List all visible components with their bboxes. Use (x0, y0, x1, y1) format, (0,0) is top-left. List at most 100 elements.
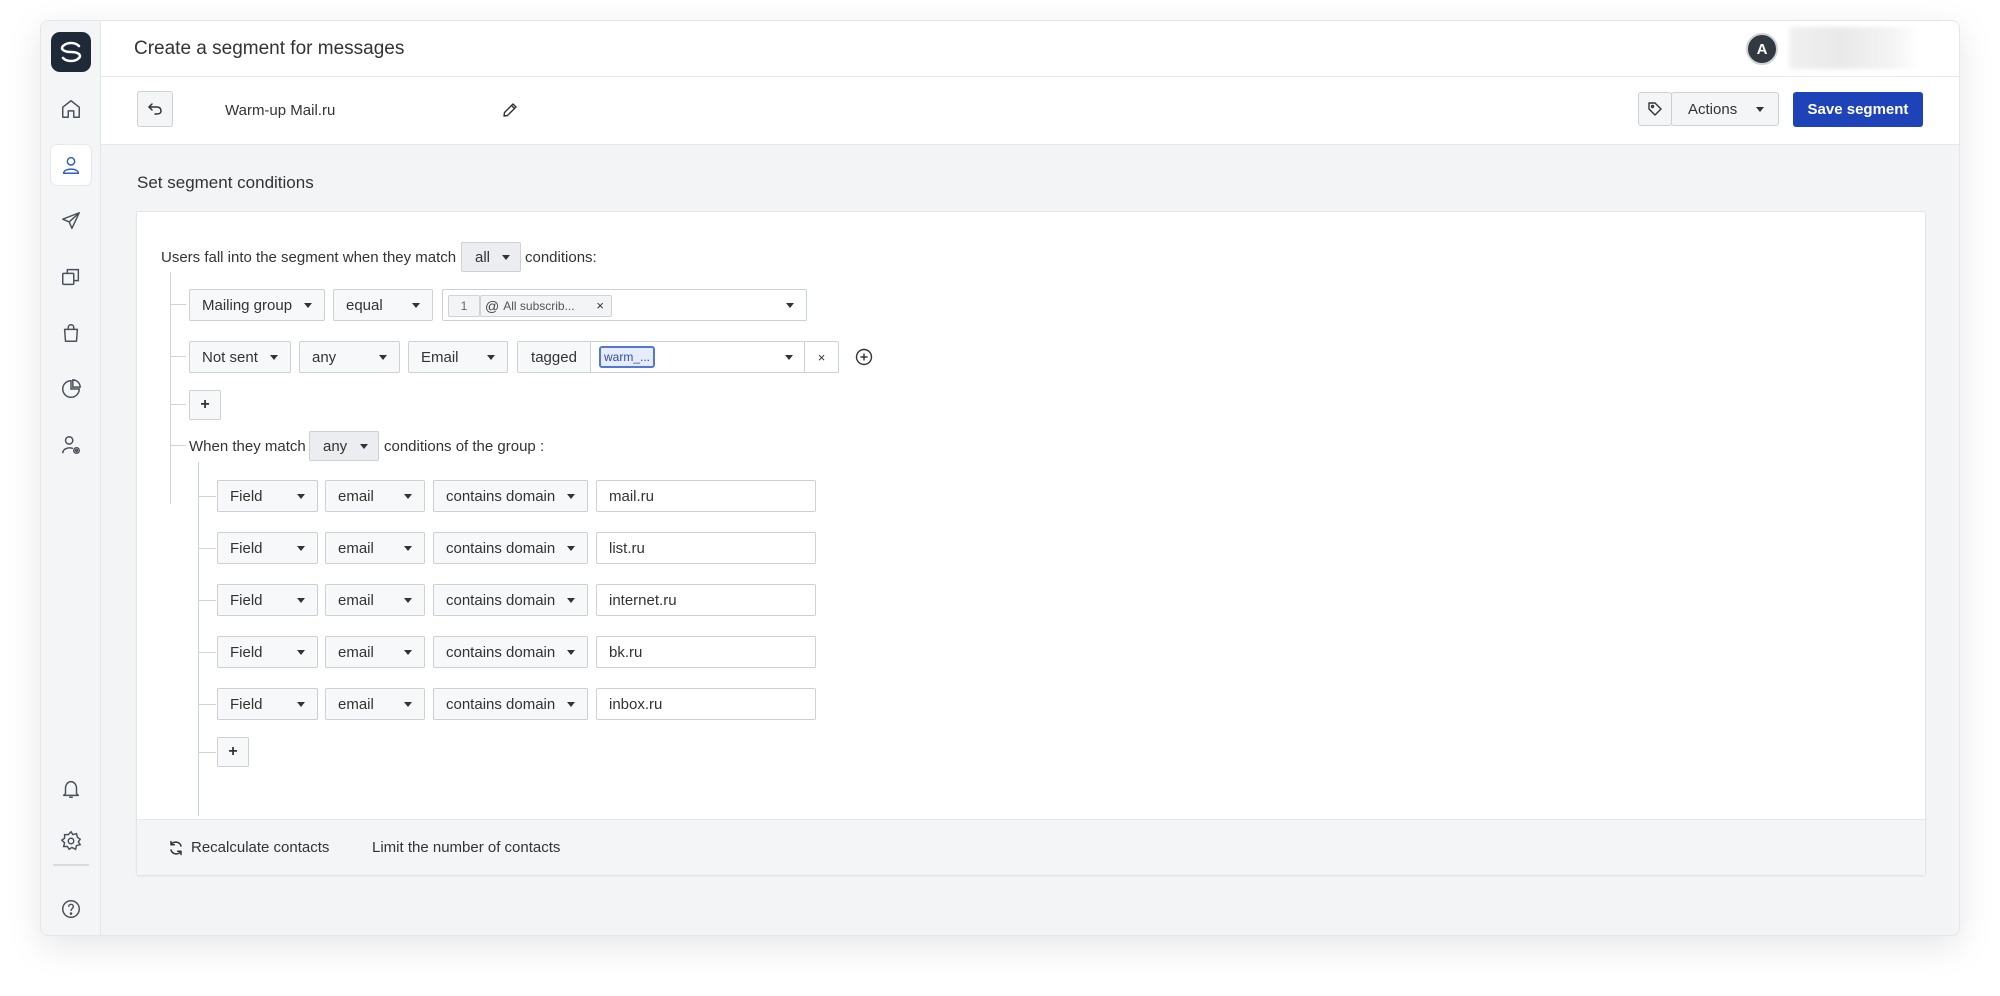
avatar[interactable]: A (1746, 33, 1778, 65)
condition-type-value: Not sent (202, 348, 258, 366)
sidebar-item-user-settings[interactable] (51, 425, 91, 465)
group-field-type-select[interactable]: Field (217, 584, 318, 616)
group-operator-value: contains domain (446, 591, 556, 609)
match-all-value: all (475, 248, 491, 266)
actions-dropdown[interactable]: Actions (1671, 92, 1779, 126)
clear-tags-button[interactable]: × (804, 342, 838, 372)
sidebar-item-templates[interactable] (51, 257, 91, 297)
group-operator-select[interactable]: contains domain (433, 584, 588, 616)
chevron-down-icon (297, 598, 305, 603)
segment-name[interactable]: Warm-up Mail.ru (225, 102, 335, 119)
user-name-blurred[interactable] (1789, 27, 1919, 69)
mailing-group-chip-label: All subscrib... (503, 299, 575, 313)
tree-line (170, 445, 186, 446)
tree-line (198, 652, 216, 653)
mailing-group-multiselect[interactable]: 1 @ All subscrib... × (442, 289, 807, 321)
sidebar-item-analytics[interactable] (51, 369, 91, 409)
refresh-icon (170, 840, 182, 855)
group-operator-value: contains domain (446, 643, 556, 661)
save-segment-button[interactable]: Save segment (1793, 92, 1923, 127)
tree-line (170, 272, 171, 504)
templates-icon (62, 268, 80, 286)
quantifier-select[interactable]: any (299, 341, 400, 373)
chevron-down-icon[interactable] (786, 303, 794, 308)
bell-icon (62, 780, 80, 798)
group-match-select[interactable]: any (309, 431, 379, 461)
match-all-select[interactable]: all (461, 242, 521, 272)
tagged-label: tagged (518, 342, 591, 372)
app-logo[interactable] (51, 32, 91, 72)
group-field-select[interactable]: email (325, 636, 425, 668)
chevron-down-icon (297, 702, 305, 707)
domain-input[interactable]: list.ru (596, 532, 816, 564)
limit-contacts-button[interactable]: Limit the number of contacts (372, 839, 560, 856)
remove-chip-icon[interactable]: × (596, 298, 604, 313)
tree-line (198, 462, 199, 816)
tag-chip[interactable]: warm_... (599, 346, 655, 368)
gear-icon (60, 830, 82, 851)
group-field-select[interactable]: email (325, 480, 425, 512)
group-match-label: When they match (189, 438, 306, 455)
sidebar-item-settings[interactable] (51, 821, 91, 861)
tree-line (170, 404, 186, 405)
group-match-suffix: conditions of the group : (384, 438, 545, 455)
group-operator-select[interactable]: contains domain (433, 636, 588, 668)
group-field-type-select[interactable]: Field (217, 636, 318, 668)
group-field-type-select[interactable]: Field (217, 688, 318, 720)
sidebar-item-home[interactable] (51, 89, 91, 129)
channel-value: Email (421, 348, 459, 366)
group-operator-value: contains domain (446, 539, 556, 557)
sidebar-item-help[interactable] (51, 889, 91, 929)
sidebar-item-notifications[interactable] (51, 769, 91, 809)
group-field-type-select[interactable]: Field (217, 480, 318, 512)
group-field-value: email (338, 487, 374, 505)
group-field-select[interactable]: email (325, 584, 425, 616)
group-field-type-value: Field (230, 539, 263, 557)
group-field-value: email (338, 539, 374, 557)
group-field-select[interactable]: email (325, 688, 425, 720)
group-field-type-value: Field (230, 487, 263, 505)
recalculate-contacts-button[interactable]: Recalculate contacts (168, 839, 329, 856)
chevron-down-icon (404, 598, 412, 603)
analytics-icon (62, 379, 81, 398)
edit-name-button[interactable] (501, 101, 519, 119)
group-count-badge: 1 (448, 295, 480, 317)
domain-input[interactable]: bk.ru (596, 636, 816, 668)
mailing-group-chip[interactable]: @ All subscrib... × (480, 295, 612, 317)
group-operator-select[interactable]: contains domain (433, 480, 588, 512)
add-sub-condition-button[interactable] (855, 348, 873, 366)
add-group-condition-button[interactable]: + (217, 737, 249, 767)
group-operator-select[interactable]: contains domain (433, 532, 588, 564)
group-field-value: email (338, 695, 374, 713)
chevron-down-icon (487, 355, 495, 360)
match-intro-label: Users fall into the segment when they ma… (161, 249, 457, 266)
group-field-select[interactable]: email (325, 532, 425, 564)
channel-select[interactable]: Email (408, 341, 508, 373)
condition-type-select[interactable]: Mailing group (189, 289, 325, 321)
tag-icon (1648, 102, 1662, 116)
chevron-down-icon (567, 494, 575, 499)
domain-input[interactable]: internet.ru (596, 584, 816, 616)
chevron-down-icon (502, 255, 510, 260)
plus-circle-icon (855, 348, 873, 366)
conditions-card: Users fall into the segment when they ma… (136, 211, 1926, 876)
group-field-type-value: Field (230, 695, 263, 713)
group-field-type-value: Field (230, 591, 263, 609)
tags-button[interactable] (1638, 92, 1672, 126)
condition-type-select[interactable]: Not sent (189, 341, 291, 373)
chevron-down-icon (270, 355, 278, 360)
domain-input[interactable]: mail.ru (596, 480, 816, 512)
group-operator-select[interactable]: contains domain (433, 688, 588, 720)
sidebar-item-campaigns[interactable] (51, 201, 91, 241)
chevron-down-icon[interactable] (785, 355, 793, 360)
group-field-type-select[interactable]: Field (217, 532, 318, 564)
sidebar-item-shop[interactable] (51, 313, 91, 353)
chevron-down-icon (412, 303, 420, 308)
chevron-down-icon (567, 650, 575, 655)
sidebar-item-users[interactable] (51, 145, 91, 185)
add-condition-button[interactable]: + (189, 390, 221, 420)
operator-select[interactable]: equal (333, 289, 433, 321)
back-button[interactable] (137, 91, 173, 127)
domain-input[interactable]: inbox.ru (596, 688, 816, 720)
tagged-multiselect[interactable]: tagged warm_... × (517, 341, 839, 373)
